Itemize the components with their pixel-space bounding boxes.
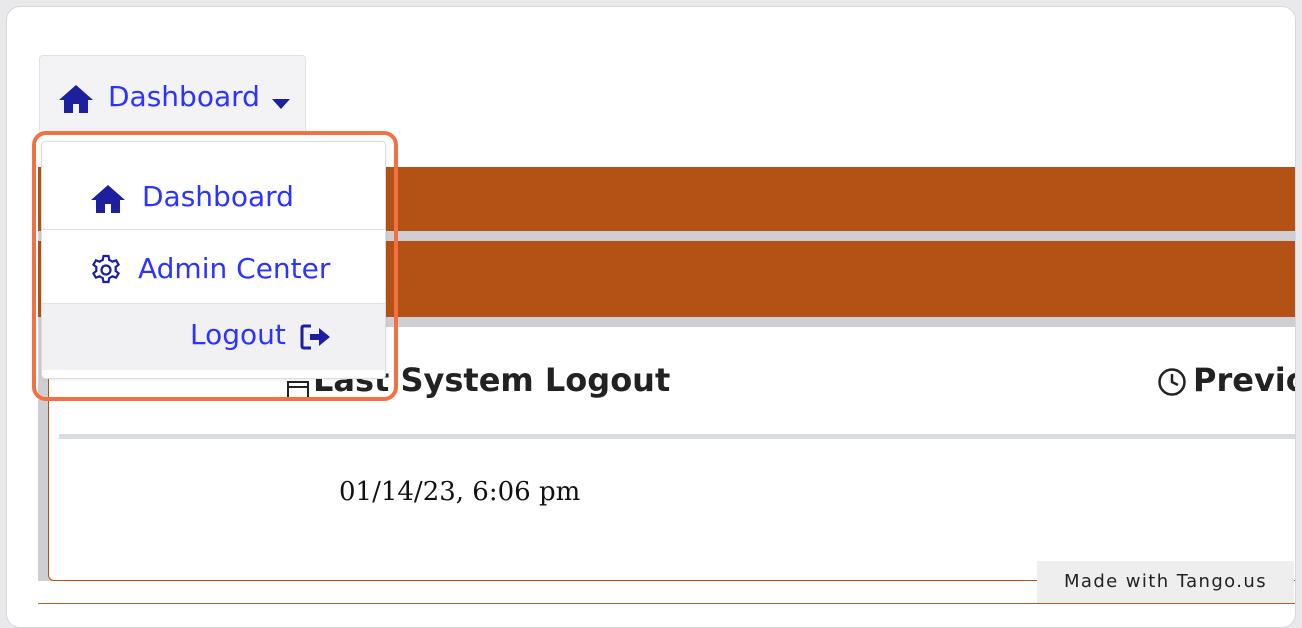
previous-heading-text: Previo [1193, 361, 1295, 399]
menu-item-admin-center[interactable]: Admin Center [42, 230, 385, 304]
last-logout-time: 01/14/23, 6:06 pm [339, 477, 581, 507]
dashboard-toggle-label: Dashboard [108, 80, 260, 113]
dashboard-dropdown-toggle[interactable]: Dashboard [39, 55, 306, 135]
gear-icon [90, 254, 122, 293]
clock-icon [1157, 367, 1187, 405]
menu-item-dashboard-label: Dashboard [142, 180, 294, 213]
caret-down-icon [272, 94, 290, 113]
made-with-tango-watermark: Made with Tango.us [1037, 561, 1294, 603]
menu-item-dashboard[interactable]: Dashboard [42, 142, 385, 230]
home-icon [58, 84, 94, 118]
menu-item-logout[interactable]: Logout [42, 304, 385, 370]
bottom-rule [38, 603, 1295, 604]
section-divider [59, 434, 1295, 439]
dashboard-dropdown-menu: Dashboard Admin Center Logout [41, 141, 386, 379]
menu-item-logout-label: Logout [190, 318, 286, 351]
logout-icon [300, 324, 332, 357]
menu-item-admin-center-label: Admin Center [138, 252, 331, 285]
app-window: Dashboard ation Last System Logout [6, 6, 1296, 628]
home-icon [90, 184, 126, 221]
